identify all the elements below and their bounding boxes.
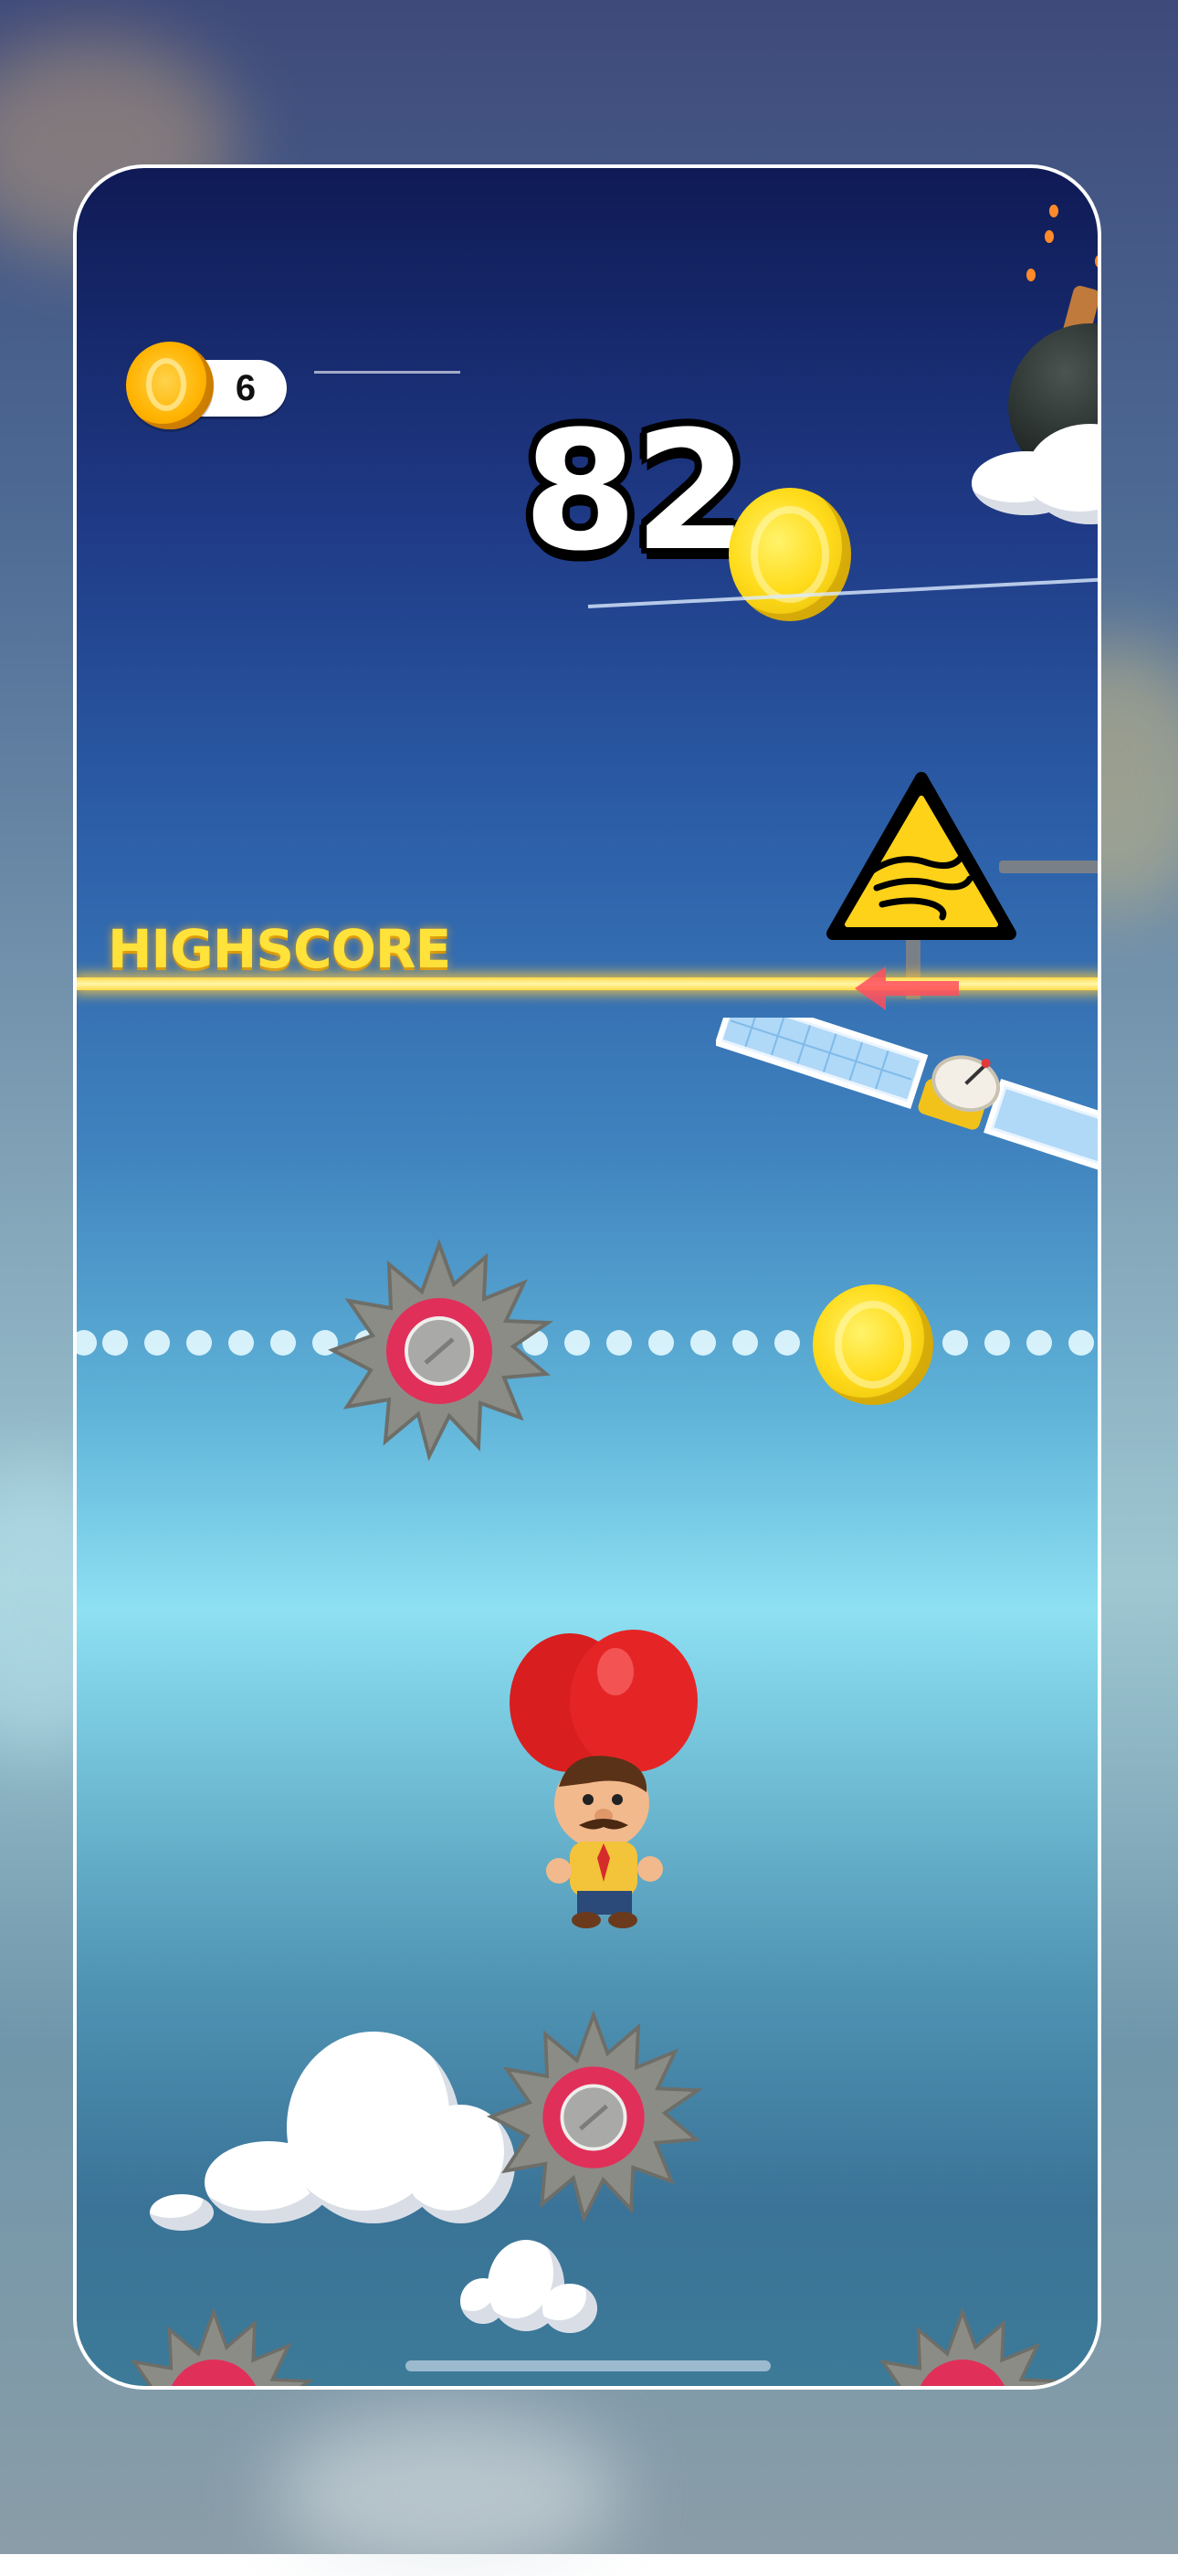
coin-pickup: [813, 1284, 933, 1405]
spark-1: [1049, 205, 1058, 217]
saw-blade-icon: [486, 2010, 703, 2223]
speed-line: [314, 371, 460, 374]
wind-warning-icon: [826, 772, 1016, 940]
coin-counter: 6: [126, 342, 290, 429]
coin-count: 6: [235, 368, 257, 408]
highscore-label: HIGHSCORE: [108, 918, 451, 980]
game-screen[interactable]: 6 82 HIGHSCORE: [73, 164, 1101, 2390]
coin-icon: [126, 342, 214, 429]
spark-2: [1045, 230, 1054, 243]
spark-3: [1026, 269, 1036, 281]
dotted-path: [77, 1326, 1098, 1359]
satellite-obstacle: [716, 1018, 1098, 1191]
saw-blade-icon: [328, 1239, 553, 1462]
spark-4: [1095, 255, 1098, 268]
balloon-character[interactable]: [479, 1630, 734, 1931]
cloud: [150, 2194, 214, 2231]
cloud: [542, 2284, 597, 2333]
home-indicator[interactable]: [405, 2360, 771, 2371]
coin-pickup: [729, 488, 851, 621]
saw-blade-icon: [879, 2307, 1063, 2386]
saw-blade-icon: [131, 2307, 314, 2386]
wind-direction-arrow-icon: [855, 966, 959, 1010]
